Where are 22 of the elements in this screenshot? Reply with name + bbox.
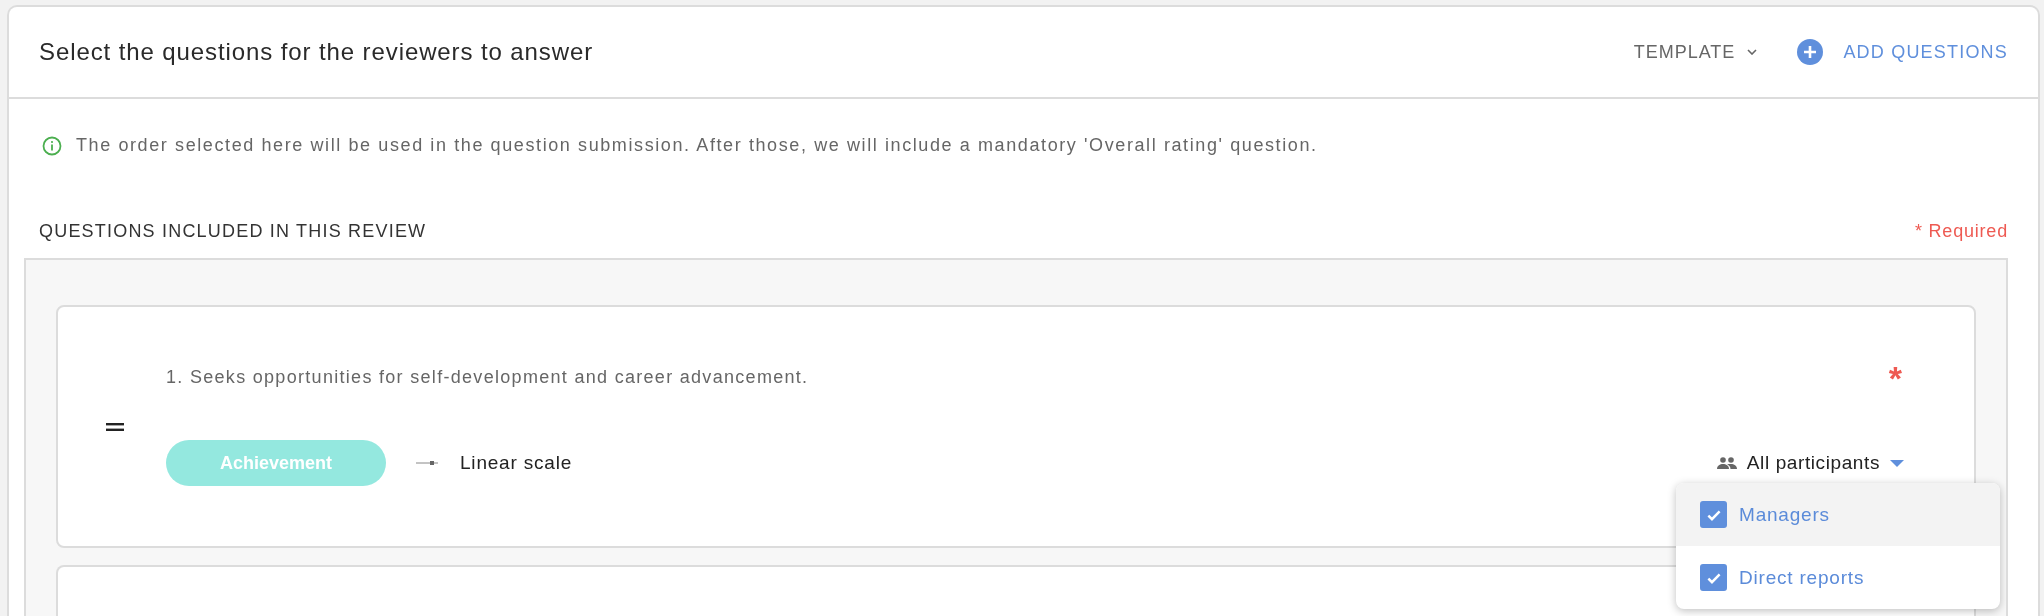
required-mark: * — [1888, 367, 1902, 388]
audience-dropdown[interactable]: All participants — [1716, 452, 1904, 474]
people-icon — [1716, 457, 1737, 469]
page-title: Select the questions for the reviewers to answer — [39, 38, 594, 66]
menu-item[interactable]: Managers — [1676, 483, 2000, 546]
checkbox[interactable] — [1700, 564, 1727, 591]
menu-item[interactable]: Direct reports — [1676, 546, 2000, 609]
checkbox[interactable] — [1700, 501, 1727, 528]
required-note: * Required — [1914, 221, 2008, 242]
add-questions-button[interactable]: ADD QUESTIONS — [1797, 39, 2008, 65]
template-dropdown[interactable]: TEMPLATE — [1633, 41, 1758, 63]
question-text: 1. Seeks opportunities for self-development and career advancement. — [166, 367, 810, 388]
linear-scale-icon — [416, 460, 438, 466]
caret-down-icon — [1890, 459, 1904, 467]
drag-handle-icon[interactable] — [106, 422, 124, 431]
category-tag: Achievement — [166, 440, 386, 486]
plus-circle-icon — [1797, 39, 1824, 65]
section-title: QUESTIONS INCLUDED IN THIS REVIEW — [39, 221, 427, 242]
info-message: The order selected here will be used in the question submission. After those, we will include a mandatory 'Overall rating' question. — [76, 135, 1318, 156]
answer-type: Linear scale — [460, 452, 574, 474]
info-icon — [42, 135, 62, 156]
chevron-down-icon — [1747, 49, 1758, 55]
